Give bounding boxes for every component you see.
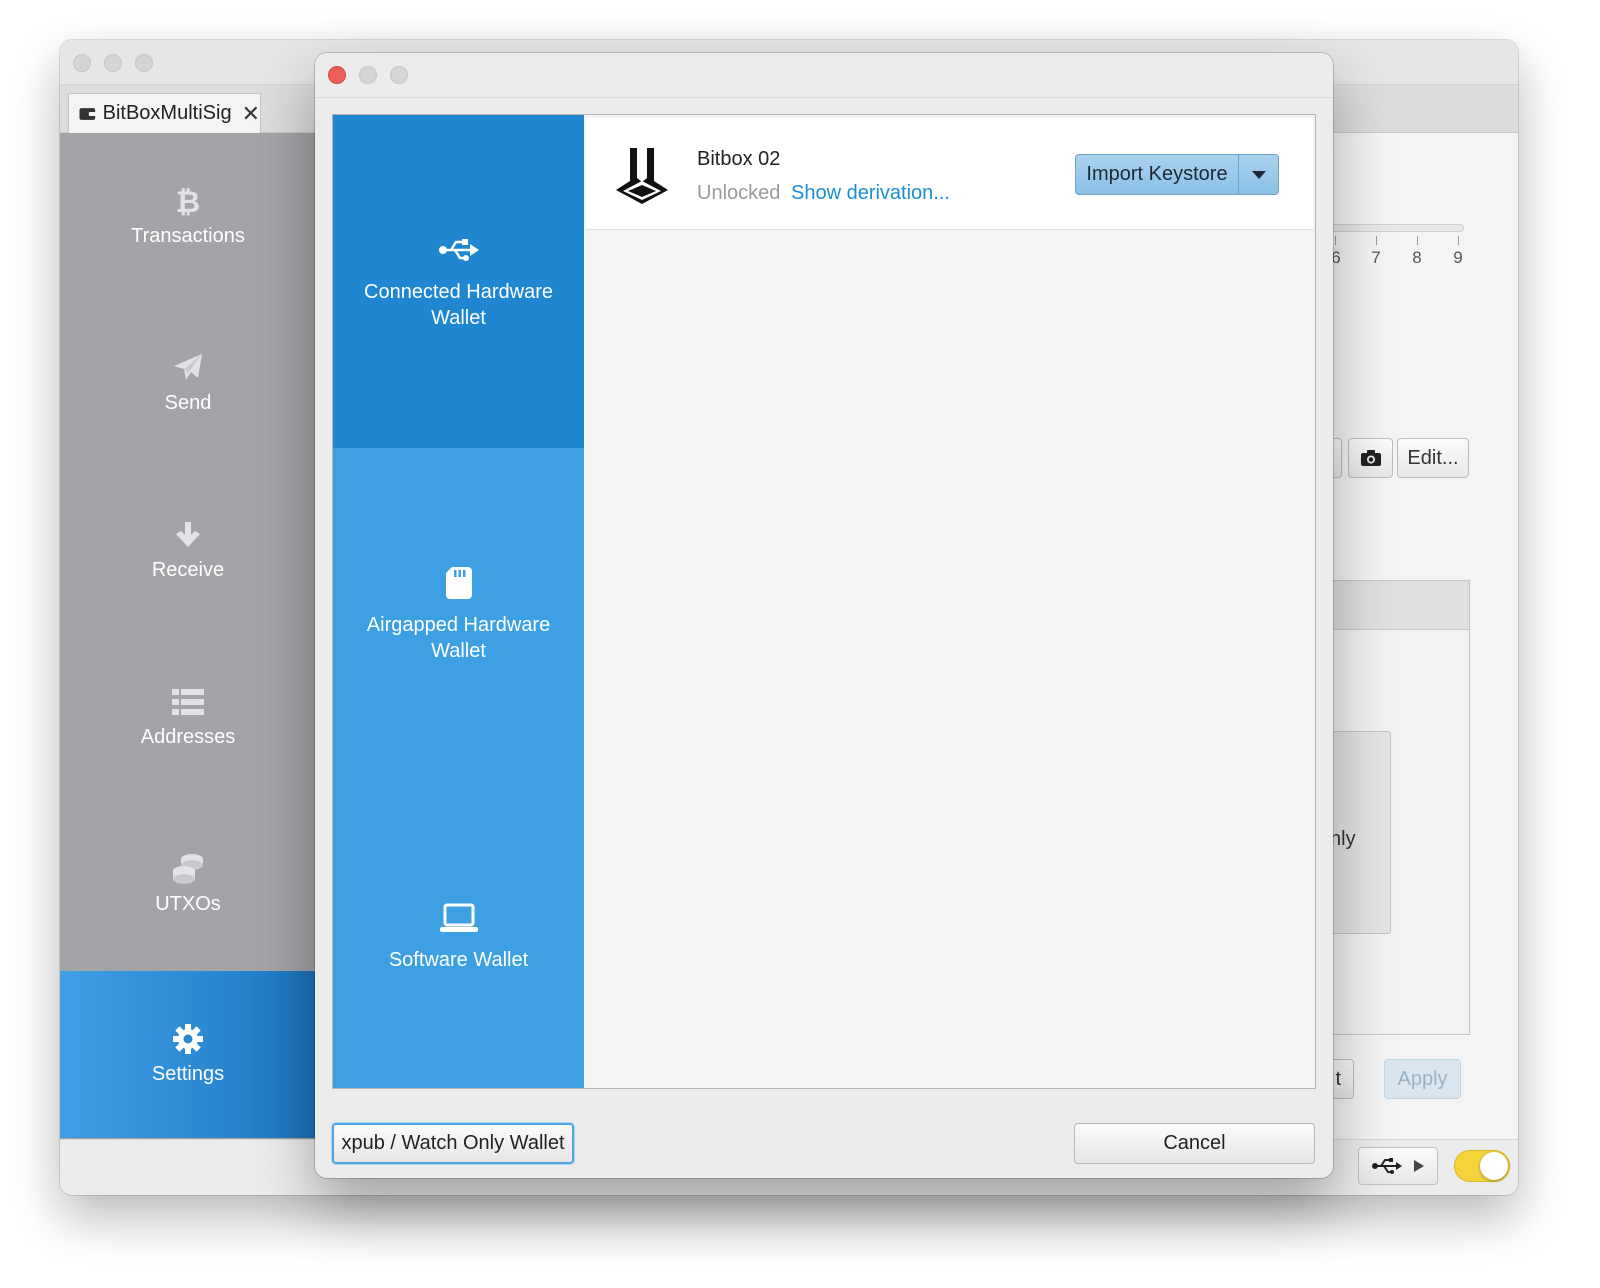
wallet-icon <box>79 107 96 120</box>
chevron-down-icon <box>1251 170 1266 179</box>
sidebar-item-label: Addresses <box>140 726 236 748</box>
close-tab-icon[interactable]: ✕ <box>242 101 260 127</box>
category-software-wallet[interactable]: Software Wallet <box>333 781 584 1088</box>
import-keystore-button[interactable]: Import Keystore <box>1076 155 1238 194</box>
xpub-watch-only-button[interactable]: xpub / Watch Only Wallet <box>332 1123 574 1164</box>
slider-tick <box>1335 236 1336 245</box>
device-name: Bitbox 02 <box>697 148 781 170</box>
cancel-button[interactable]: Cancel <box>1074 1123 1315 1164</box>
apply-button[interactable]: Apply <box>1384 1059 1461 1099</box>
slider-tick-label: 9 <box>1453 248 1463 267</box>
gear-icon <box>173 1023 203 1055</box>
slider-tick <box>1376 236 1377 245</box>
sd-card-icon <box>445 566 472 600</box>
sidebar-item-settings[interactable]: Settings <box>60 971 316 1138</box>
sidebar-item-utxos[interactable]: UTXOs <box>60 801 316 968</box>
bitbox-logo-icon <box>616 148 668 204</box>
camera-icon <box>1360 450 1381 466</box>
play-triangle-icon <box>1414 1160 1424 1172</box>
import-keystore-split-button: Import Keystore <box>1075 154 1279 195</box>
usb-icon <box>1372 1158 1402 1174</box>
category-airgapped-hardware-wallet[interactable]: Airgapped Hardware Wallet <box>333 448 584 781</box>
dialog-close-button[interactable] <box>328 66 346 84</box>
main-minimize-button[interactable] <box>104 54 122 72</box>
import-keystore-dialog: Connected Hardware Wallet Airgapped Hard… <box>315 53 1333 1178</box>
sidebar-item-label: UTXOs <box>155 893 221 915</box>
list-icon <box>172 686 204 718</box>
toggle-knob <box>1480 1152 1508 1180</box>
sidebar-item-label: Settings <box>151 1063 225 1085</box>
import-options-dropdown[interactable] <box>1238 155 1278 194</box>
svg-text:₿: ₿ <box>177 185 199 217</box>
category-label: Connected Hardware Wallet <box>364 280 553 329</box>
sidebar-item-label: Send <box>164 392 212 414</box>
category-label: Airgapped Hardware Wallet <box>366 613 551 662</box>
show-derivation-link[interactable]: Show derivation... <box>791 182 950 205</box>
dialog-body: Connected Hardware Wallet Airgapped Hard… <box>332 114 1316 1089</box>
slider-tick-label: 7 <box>1371 248 1381 267</box>
slider-tick-label: 8 <box>1412 248 1422 267</box>
dialog-zoom-button[interactable] <box>390 66 408 84</box>
device-status: Unlocked <box>697 182 781 204</box>
sidebar-item-send[interactable]: Send <box>60 300 316 467</box>
sidebar: ₿ Transactions Send Receive Addresses UT… <box>60 133 316 1139</box>
online-toggle[interactable] <box>1454 1150 1510 1182</box>
edit-button[interactable]: Edit... <box>1397 438 1469 478</box>
keystore-source-list: Connected Hardware Wallet Airgapped Hard… <box>333 115 584 1088</box>
category-label: Software Wallet <box>388 949 529 971</box>
bitcoin-icon: ₿ <box>177 185 199 217</box>
category-connected-hardware-wallet[interactable]: Connected Hardware Wallet <box>333 115 584 448</box>
sidebar-item-receive[interactable]: Receive <box>60 467 316 634</box>
coins-icon <box>171 853 205 885</box>
main-close-button[interactable] <box>73 54 91 72</box>
camera-button[interactable] <box>1348 438 1393 478</box>
sidebar-item-addresses[interactable]: Addresses <box>60 634 316 801</box>
arrow-down-icon <box>173 519 203 551</box>
paper-plane-icon <box>172 352 204 384</box>
sidebar-item-transactions[interactable]: ₿ Transactions <box>60 133 316 300</box>
wallet-tab-label: BitBoxMultiSig <box>102 102 232 124</box>
slider-tick <box>1417 236 1418 245</box>
device-row-bitbox: Bitbox 02 Unlocked Show derivation... Im… <box>586 118 1313 230</box>
laptop-icon <box>439 901 478 935</box>
sidebar-item-label: Transactions <box>131 225 245 247</box>
keystore-card-text: nly <box>1330 828 1356 850</box>
usb-icon <box>438 233 479 267</box>
main-zoom-button[interactable] <box>135 54 153 72</box>
device-panel: Bitbox 02 Unlocked Show derivation... Im… <box>584 115 1315 1088</box>
dialog-titlebar <box>315 53 1333 98</box>
wallet-tab[interactable]: BitBoxMultiSig ✕ <box>68 93 261 133</box>
sidebar-item-label: Receive <box>151 559 225 581</box>
slider-tick <box>1458 236 1459 245</box>
dialog-minimize-button[interactable] <box>359 66 377 84</box>
usb-status-button[interactable] <box>1358 1147 1438 1185</box>
